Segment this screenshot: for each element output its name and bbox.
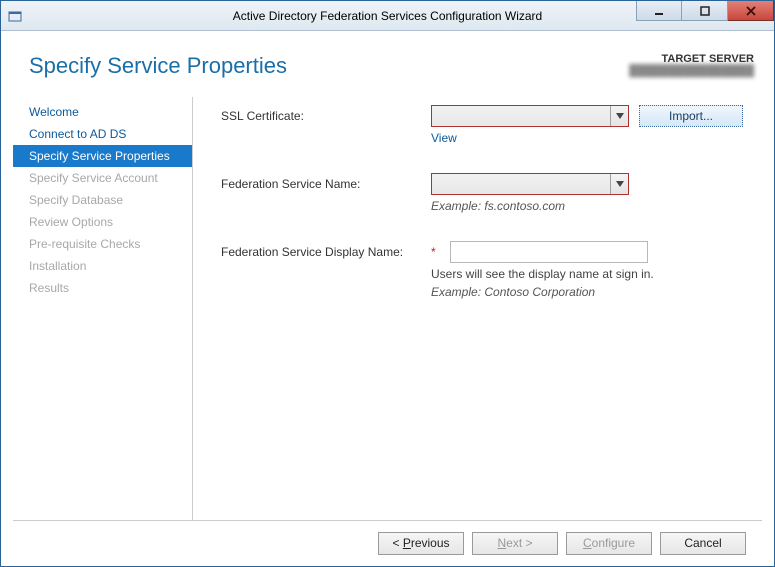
- hint-federation-service-name: Example: fs.contoso.com: [431, 199, 750, 213]
- sidebar-item-results: Results: [13, 277, 192, 299]
- sidebar-item-specify-database: Specify Database: [13, 189, 192, 211]
- target-server-label: TARGET SERVER: [629, 53, 754, 65]
- chevron-down-icon: [610, 174, 628, 194]
- configure-button: Configure: [566, 532, 652, 555]
- wizard-sidebar: Welcome Connect to AD DS Specify Service…: [13, 97, 193, 520]
- cancel-button[interactable]: Cancel: [660, 532, 746, 555]
- sidebar-item-prereq-checks: Pre-requisite Checks: [13, 233, 192, 255]
- title-bar: Active Directory Federation Services Con…: [1, 1, 774, 31]
- next-button: Next >: [472, 532, 558, 555]
- ssl-certificate-value: [432, 106, 610, 126]
- federation-display-name-input[interactable]: [450, 241, 648, 263]
- sidebar-item-review-options: Review Options: [13, 211, 192, 233]
- chevron-down-icon: [610, 106, 628, 126]
- label-federation-display-name: Federation Service Display Name:: [221, 241, 431, 259]
- sidebar-item-welcome[interactable]: Welcome: [13, 101, 192, 123]
- federation-service-name-dropdown[interactable]: [431, 173, 629, 195]
- content-area: Welcome Connect to AD DS Specify Service…: [13, 97, 762, 520]
- import-button[interactable]: Import...: [639, 105, 743, 127]
- wizard-footer: < Previous Next > Configure Cancel: [13, 520, 762, 566]
- wizard-window: Active Directory Federation Services Con…: [0, 0, 775, 567]
- row-ssl-certificate: SSL Certificate: Import... View: [221, 105, 750, 145]
- target-server-value: ████████████████: [629, 65, 754, 79]
- maximize-icon: [700, 6, 710, 16]
- window-controls: [636, 1, 774, 21]
- label-federation-service-name: Federation Service Name:: [221, 173, 431, 191]
- row-federation-display-name: Federation Service Display Name: * Users…: [221, 241, 750, 299]
- sidebar-item-service-properties[interactable]: Specify Service Properties: [13, 145, 192, 167]
- wizard-body: Specify Service Properties TARGET SERVER…: [1, 31, 774, 566]
- ssl-certificate-dropdown[interactable]: [431, 105, 629, 127]
- target-server-block: TARGET SERVER ████████████████: [629, 53, 754, 79]
- page-title: Specify Service Properties: [29, 53, 287, 79]
- sidebar-item-installation: Installation: [13, 255, 192, 277]
- info-display-name: Users will see the display name at sign …: [431, 267, 750, 281]
- maximize-button[interactable]: [682, 1, 728, 21]
- header-row: Specify Service Properties TARGET SERVER…: [13, 43, 762, 79]
- close-icon: [746, 6, 756, 16]
- hint-display-name: Example: Contoso Corporation: [431, 285, 750, 299]
- previous-button[interactable]: < Previous: [378, 532, 464, 555]
- close-button[interactable]: [728, 1, 774, 21]
- label-ssl-certificate: SSL Certificate:: [221, 105, 431, 123]
- minimize-button[interactable]: [636, 1, 682, 21]
- federation-service-name-value: [432, 174, 610, 194]
- form-area: SSL Certificate: Import... View: [193, 97, 762, 520]
- minimize-icon: [654, 6, 664, 16]
- app-icon: [1, 1, 29, 31]
- required-indicator: *: [431, 245, 436, 259]
- sidebar-item-connect-ad-ds[interactable]: Connect to AD DS: [13, 123, 192, 145]
- view-link[interactable]: View: [431, 131, 750, 145]
- sidebar-item-service-account: Specify Service Account: [13, 167, 192, 189]
- row-federation-service-name: Federation Service Name: Example: fs.con…: [221, 173, 750, 213]
